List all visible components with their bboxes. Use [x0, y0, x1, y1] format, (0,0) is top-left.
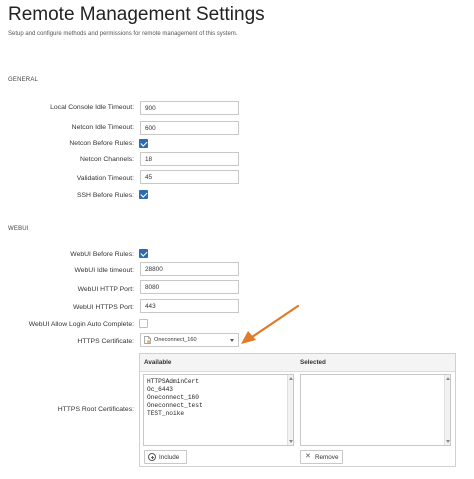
scroll-up-icon[interactable] [446, 377, 450, 380]
section-webui-heading: WEBUI [8, 226, 29, 232]
selected-header: Selected [300, 359, 326, 366]
selected-list[interactable] [300, 374, 451, 446]
validation-timeout-input[interactable] [140, 170, 239, 184]
https-certificate-select[interactable]: Oneconnect_160 [140, 333, 239, 347]
https-certificate-value: Oneconnect_160 [154, 337, 197, 343]
section-general-heading: GENERAL [8, 77, 39, 83]
list-item[interactable]: TEST_noike [147, 410, 203, 418]
list-item[interactable]: Oneconnect_160 [147, 394, 203, 402]
list-item[interactable]: HTTPSAdminCert [147, 378, 203, 386]
webui-before-rules-label: WebUI Before Rules: [70, 251, 134, 258]
local-console-idle-timeout-label: Local Console Idle Timeout: [50, 104, 134, 111]
allow-login-auto-complete-label: WebUI Allow Login Auto Complete: [28, 321, 134, 328]
page-title: Remote Management Settings [8, 4, 265, 25]
https-root-certificates-label: HTTPS Root Certificates: [57, 406, 134, 413]
webui-idle-timeout-label: WebUI Idle timeout: [74, 267, 134, 274]
netcon-channels-input[interactable] [140, 152, 239, 166]
plus-circle-icon [148, 453, 156, 461]
root-certificates-header [140, 354, 455, 372]
ssh-before-rules-checkbox[interactable] [139, 190, 148, 199]
chevron-down-icon [230, 339, 234, 342]
scroll-down-icon[interactable] [289, 440, 293, 443]
remove-button-label: Remove [315, 454, 339, 461]
document-icon [144, 336, 151, 344]
arrow-icon [241, 304, 300, 344]
netcon-channels-label: Netcon Channels: [79, 156, 134, 163]
https-certificate-label: HTTPS Certificate: [77, 338, 134, 345]
available-scrollbar[interactable] [287, 375, 293, 445]
webui-http-port-input[interactable] [140, 280, 239, 294]
netcon-before-rules-label: Netcon Before Rules: [69, 140, 134, 147]
netcon-idle-timeout-input[interactable] [140, 121, 239, 135]
webui-https-port-label: WebUI HTTPS Port: [72, 304, 134, 311]
scroll-down-icon[interactable] [446, 440, 450, 443]
webui-before-rules-checkbox[interactable] [139, 249, 148, 258]
available-header: Available [144, 359, 172, 366]
page-subtitle: Setup and configure methods and permissi… [8, 31, 238, 37]
validation-timeout-label: Validation Timeout: [76, 175, 134, 182]
netcon-before-rules-checkbox[interactable] [139, 139, 148, 148]
scroll-up-icon[interactable] [289, 377, 293, 380]
include-button[interactable]: Include [144, 450, 187, 464]
remove-button[interactable]: ✕ Remove [300, 450, 343, 464]
local-console-idle-timeout-input[interactable] [140, 101, 239, 115]
webui-idle-timeout-input[interactable] [140, 262, 239, 276]
available-list[interactable]: HTTPSAdminCert Oc_6443 Oneconnect_160 On… [143, 374, 294, 446]
include-button-label: Include [159, 454, 180, 461]
list-item[interactable]: Oc_6443 [147, 386, 203, 394]
ssh-before-rules-label: SSH Before Rules: [76, 192, 134, 199]
close-icon: ✕ [305, 453, 311, 460]
root-certificates-panel: Available Selected HTTPSAdminCert Oc_644… [139, 353, 456, 467]
allow-login-auto-complete-checkbox[interactable] [139, 319, 148, 328]
webui-http-port-label: WebUI HTTP Port: [77, 286, 134, 293]
list-item[interactable]: Oneconnect_test [147, 402, 203, 410]
selected-scrollbar[interactable] [444, 375, 450, 445]
netcon-idle-timeout-label: Netcon Idle Timeout: [71, 124, 134, 131]
webui-https-port-input[interactable] [140, 299, 239, 313]
